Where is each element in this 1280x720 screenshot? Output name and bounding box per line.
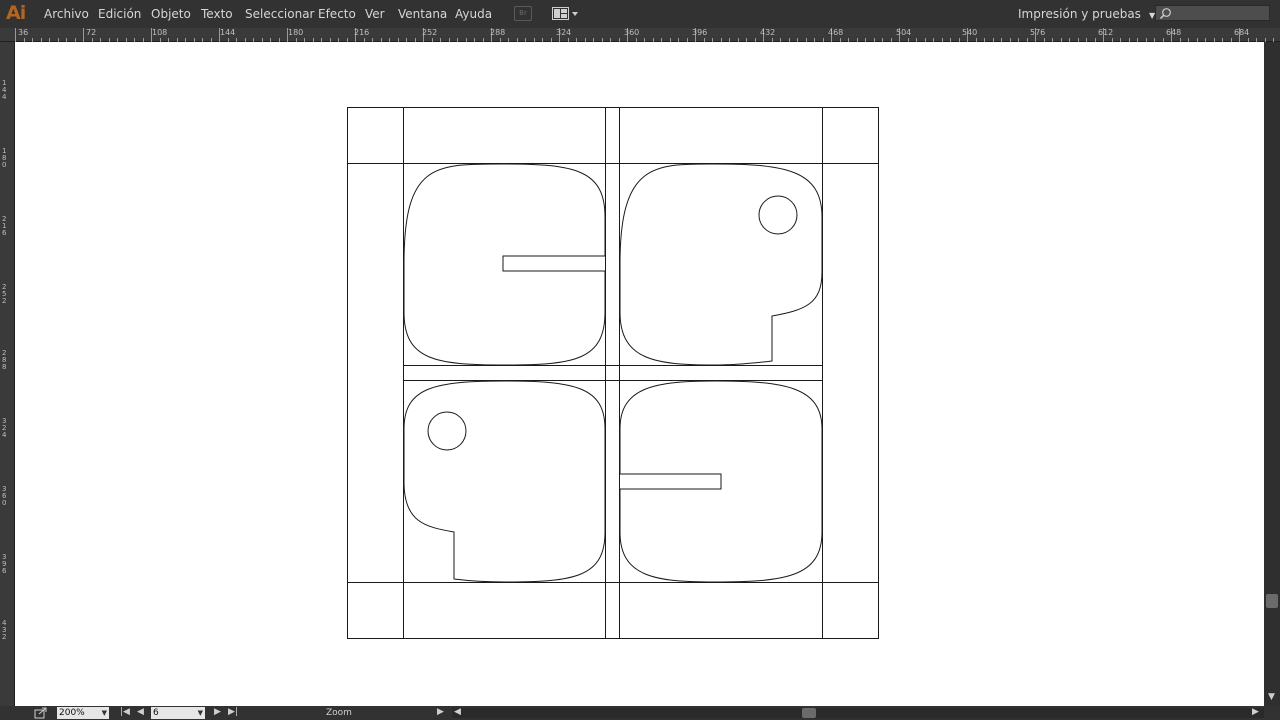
menu-ventana[interactable]: Ventana xyxy=(398,7,447,21)
vertical-ruler[interactable]: 1 4 4 1 8 0 2 1 6 2 5 2 2 8 8 3 2 4 3 6 … xyxy=(0,42,15,706)
arrange-documents-icon xyxy=(552,7,578,20)
status-mode-text: Zoom xyxy=(326,708,352,718)
menu-efecto[interactable]: Efecto xyxy=(318,7,356,21)
search-input[interactable] xyxy=(1174,6,1266,20)
ruler-label: 3 9 6 xyxy=(2,553,7,575)
ruler-label: 36 xyxy=(18,28,29,37)
workspace-label: Impresión y pruebas xyxy=(1018,7,1141,21)
ruler-label: 468 xyxy=(828,28,844,37)
menu-bar: Ai Archivo Edición Objeto Texto Seleccio… xyxy=(0,0,1280,28)
search-icon xyxy=(1159,8,1171,20)
shape-bottom-left-circle[interactable] xyxy=(427,411,467,451)
artwork[interactable] xyxy=(15,42,1264,706)
artboard-number-field[interactable]: 6 ▼ xyxy=(151,707,205,719)
ruler-label: 324 xyxy=(556,28,572,37)
ruler-label: 4 3 2 xyxy=(2,619,7,641)
share-document-icon[interactable] xyxy=(34,707,48,719)
ruler-label: 576 xyxy=(1030,28,1046,37)
status-bar: 200% ▼ |◀ ◀ 6 ▼ ▶ ▶| Zoom ▶ ◀ ▶ xyxy=(0,706,1280,720)
zoom-level-value: 200% xyxy=(59,708,85,718)
artboard-frame[interactable] xyxy=(347,107,879,639)
ruler-label: 1 4 4 xyxy=(2,79,7,101)
ruler-label: 144 xyxy=(220,28,236,37)
chevron-down-icon[interactable]: ▼ xyxy=(102,707,107,719)
document-canvas[interactable] xyxy=(15,42,1264,706)
shape-bottom-right[interactable] xyxy=(619,380,823,583)
previous-artboard-icon[interactable]: ◀ xyxy=(137,707,144,717)
ruler-label: 396 xyxy=(692,28,708,37)
ruler-label: 540 xyxy=(962,28,978,37)
horizontal-scroll-thumb[interactable] xyxy=(802,708,816,718)
menu-texto[interactable]: Texto xyxy=(201,7,233,21)
shape-bottom-left[interactable] xyxy=(403,380,606,583)
ruler-label: 72 xyxy=(86,28,97,37)
menu-seleccionar[interactable]: Seleccionar xyxy=(245,7,314,21)
ruler-label: 432 xyxy=(760,28,776,37)
ruler-label: 1 8 0 xyxy=(2,147,7,169)
menu-ver[interactable]: Ver xyxy=(365,7,385,21)
menu-archivo[interactable]: Archivo xyxy=(44,7,89,21)
horizontal-ruler[interactable]: 36 72 108 144 180 216 252 288 324 360 39… xyxy=(0,28,1280,42)
shape-top-left[interactable] xyxy=(403,163,606,366)
ruler-label: 648 xyxy=(1166,28,1182,37)
ruler-label: 180 xyxy=(288,28,304,37)
shape-top-right[interactable] xyxy=(619,163,823,366)
zoom-level-field[interactable]: 200% ▼ xyxy=(57,707,109,719)
ruler-label: 360 xyxy=(624,28,640,37)
artboard-number-value: 6 xyxy=(153,708,159,718)
ruler-label: 2 5 2 xyxy=(2,283,7,305)
bridge-button[interactable]: Br xyxy=(514,6,532,21)
menu-ayuda[interactable]: Ayuda xyxy=(455,7,492,21)
next-artboard-icon[interactable]: ▶ xyxy=(214,707,221,717)
search-box[interactable] xyxy=(1155,5,1270,21)
ruler-label: 684 xyxy=(1234,28,1250,37)
horizontal-scrollbar[interactable]: ◀ ▶ xyxy=(452,707,1264,718)
scroll-left-arrow-icon[interactable]: ◀ xyxy=(454,707,461,717)
ruler-label: 612 xyxy=(1098,28,1114,37)
ruler-label: 252 xyxy=(422,28,438,37)
ruler-label: 216 xyxy=(354,28,370,37)
vertical-scroll-thumb[interactable] xyxy=(1266,594,1278,608)
chevron-down-icon[interactable]: ▼ xyxy=(198,707,203,719)
ruler-ticks xyxy=(15,28,1274,42)
ruler-label: 504 xyxy=(896,28,912,37)
vertical-scrollbar[interactable]: ▼ xyxy=(1264,42,1280,706)
workspace-switcher[interactable]: Impresión y pruebas ▼ xyxy=(1018,7,1155,21)
ruler-label: 2 8 8 xyxy=(2,349,7,371)
last-artboard-icon[interactable]: ▶| xyxy=(228,707,238,717)
ruler-label: 3 2 4 xyxy=(2,417,7,439)
scroll-right-arrow-icon[interactable]: ▶ xyxy=(1252,707,1259,717)
ruler-label: 108 xyxy=(152,28,168,37)
menu-edicion[interactable]: Edición xyxy=(98,7,141,21)
ruler-label: 288 xyxy=(490,28,506,37)
arrange-documents-button[interactable] xyxy=(552,7,580,21)
ruler-label: 2 1 6 xyxy=(2,215,7,237)
shape-top-right-circle[interactable] xyxy=(758,195,798,235)
menu-objeto[interactable]: Objeto xyxy=(151,7,191,21)
app-logo: Ai xyxy=(6,2,26,24)
ruler-label: 3 6 0 xyxy=(2,485,7,507)
first-artboard-icon[interactable]: |◀ xyxy=(120,707,130,717)
status-menu-arrow-icon[interactable]: ▶ xyxy=(437,707,444,717)
scroll-down-arrow-icon[interactable]: ▼ xyxy=(1268,692,1275,702)
